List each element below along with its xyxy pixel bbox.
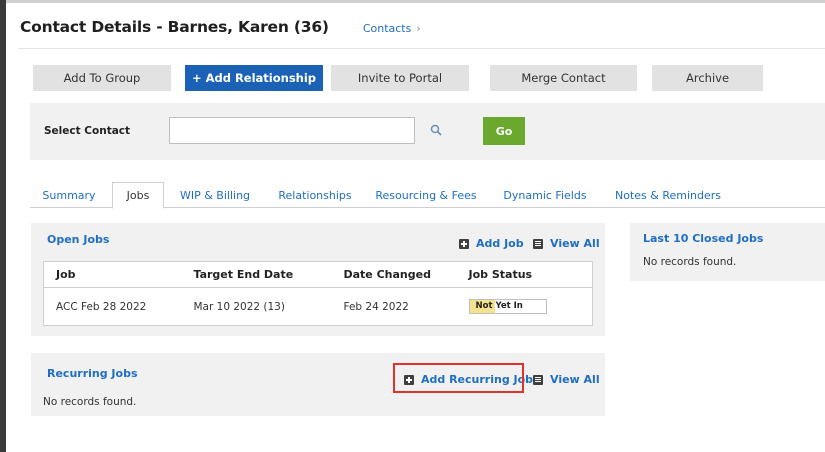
job-status-cell: Not Yet In [457,288,593,326]
list-icon [533,238,543,249]
breadcrumb[interactable]: Contacts › [363,22,421,35]
contact-tabs: Summary Jobs WIP & Billing Relationships… [30,182,825,209]
select-contact-label: Select Contact [44,125,131,137]
tab-relationships[interactable]: Relationships [270,182,360,208]
recurring-jobs-empty-text: No records found. [43,396,137,408]
add-relationship-button[interactable]: + Add Relationship [185,65,323,91]
breadcrumb-contacts-link[interactable]: Contacts [363,22,412,35]
recurring-jobs-title: Recurring Jobs [47,367,138,380]
column-header-date-changed[interactable]: Date Changed [331,261,457,288]
breadcrumb-chevron-icon: › [416,22,421,35]
recurring-jobs-view-all-link[interactable]: View All [533,373,600,386]
select-contact-input[interactable] [169,117,415,144]
table-header-row: Job Target End Date Date Changed Job Sta… [43,261,593,288]
window-top-border [0,0,825,3]
search-icon[interactable] [430,124,442,136]
target-end-date-cell: Mar 10 2022 (13) [193,300,285,313]
go-button[interactable]: Go [483,117,525,145]
tab-jobs[interactable]: Jobs [112,182,164,209]
tab-notes-reminders[interactable]: Notes & Reminders [608,182,728,208]
invite-to-portal-button[interactable]: Invite to Portal [331,65,469,91]
page-header: Contact Details - Barnes, Karen (36) Con… [20,18,421,36]
table-row[interactable]: ACC Feb 28 2022 Mar 10 2022 (13) Feb 24 … [44,288,593,326]
open-jobs-table: Job Target End Date Date Changed Job Sta… [43,261,593,326]
header-divider [18,48,825,49]
open-jobs-view-all-link[interactable]: View All [533,237,600,250]
job-name-cell[interactable]: ACC Feb 28 2022 [44,288,182,326]
column-header-job[interactable]: Job [43,261,182,288]
select-contact-panel: Select Contact Go [30,103,825,160]
window-left-border [0,0,6,452]
column-header-job-status[interactable]: Job Status [456,261,593,288]
tab-dynamic-fields[interactable]: Dynamic Fields [495,182,595,208]
tab-summary[interactable]: Summary [30,182,108,208]
plus-square-icon [459,238,469,249]
status-badge: Not Yet In [468,299,547,314]
add-job-link[interactable]: Add Job [459,237,524,250]
date-changed-cell: Feb 24 2022 [343,300,409,313]
list-icon [533,374,543,385]
open-jobs-title: Open Jobs [47,233,110,246]
tab-wip-billing[interactable]: WIP & Billing [170,182,260,208]
column-header-target-end-date[interactable]: Target End Date [181,261,332,288]
merge-contact-button[interactable]: Merge Contact [490,65,637,91]
tab-resourcing-fees[interactable]: Resourcing & Fees [370,182,482,208]
closed-jobs-title: Last 10 Closed Jobs [643,232,764,245]
archive-button[interactable]: Archive [652,65,763,91]
add-to-group-button[interactable]: Add To Group [33,65,171,91]
page-title: Contact Details - Barnes, Karen (36) [20,18,329,36]
closed-jobs-empty-text: No records found. [643,256,737,268]
highlight-annotation-box [393,363,524,393]
